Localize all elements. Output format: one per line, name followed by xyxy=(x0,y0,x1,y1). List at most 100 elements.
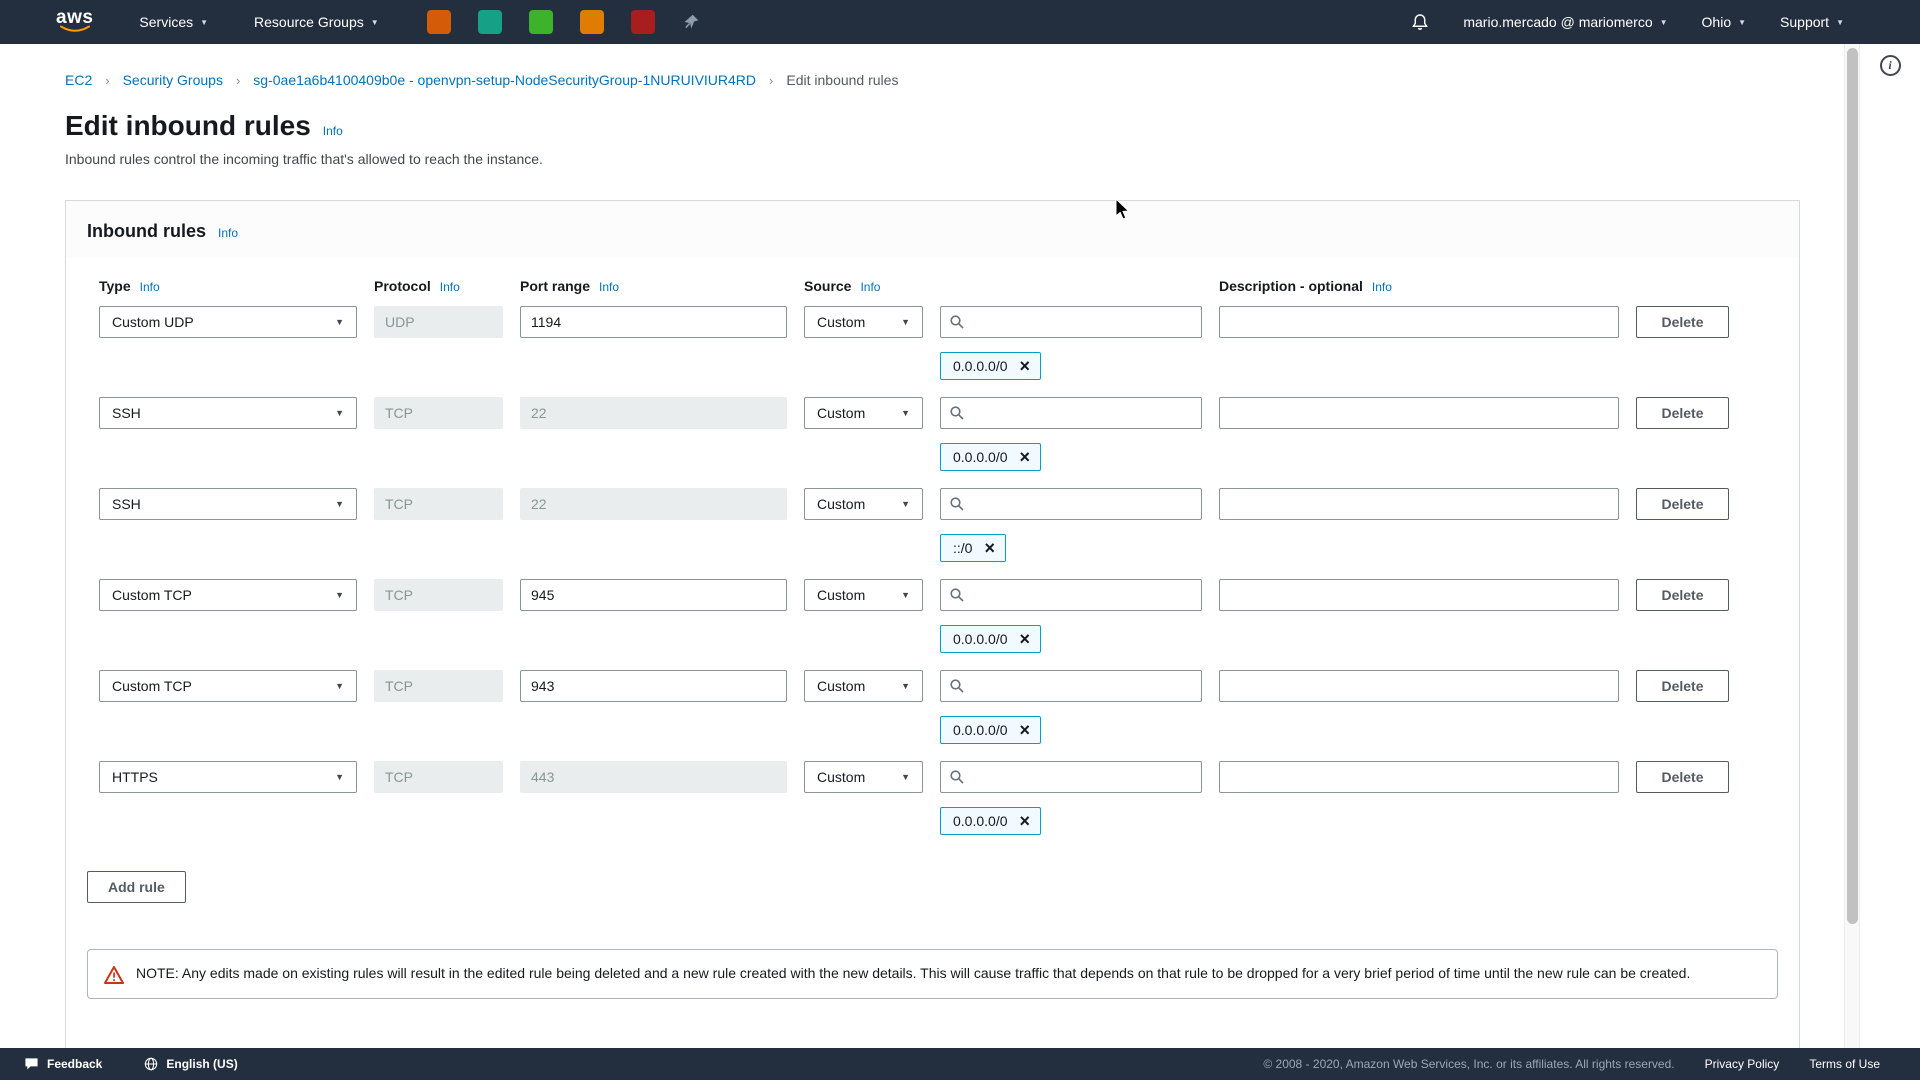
search-icon xyxy=(950,679,964,693)
type-select[interactable]: Custom UDP ▼ xyxy=(99,306,357,338)
source-search-input[interactable] xyxy=(971,405,1192,421)
chevron-down-icon: ▼ xyxy=(335,317,344,327)
remove-token-icon[interactable]: × xyxy=(1020,721,1031,739)
services-menu[interactable]: Services ▼ xyxy=(139,14,208,30)
protocol-info-link[interactable]: Info xyxy=(440,280,460,294)
search-icon xyxy=(950,770,964,784)
remove-token-icon[interactable]: × xyxy=(1020,448,1031,466)
chevron-down-icon: ▼ xyxy=(371,18,379,27)
feedback-label: Feedback xyxy=(47,1057,102,1071)
source-info-link[interactable]: Info xyxy=(860,280,880,294)
source-token-row: 0.0.0.0/0 × xyxy=(99,625,1766,653)
port-range-input[interactable] xyxy=(520,670,787,702)
source-search-box[interactable] xyxy=(940,397,1202,429)
add-rule-button[interactable]: Add rule xyxy=(87,871,186,903)
remove-token-icon[interactable]: × xyxy=(1020,812,1031,830)
source-search-box[interactable] xyxy=(940,579,1202,611)
protocol-input xyxy=(374,670,503,702)
terms-of-use-link[interactable]: Terms of Use xyxy=(1809,1057,1880,1071)
delete-rule-button[interactable]: Delete xyxy=(1636,488,1729,520)
support-menu[interactable]: Support ▼ xyxy=(1780,14,1844,30)
source-select[interactable]: Custom ▼ xyxy=(804,488,923,520)
token-label: 0.0.0.0/0 xyxy=(953,358,1008,374)
service-shortcut-icon[interactable] xyxy=(580,10,604,34)
chevron-down-icon: ▼ xyxy=(335,408,344,418)
remove-token-icon[interactable]: × xyxy=(1020,357,1031,375)
source-select[interactable]: Custom ▼ xyxy=(804,579,923,611)
description-input[interactable] xyxy=(1219,761,1619,793)
chevron-down-icon: ▼ xyxy=(901,590,910,600)
inbound-rule-row: Custom TCP ▼ Custom ▼ Delete 0.0.0.0/0 × xyxy=(99,579,1766,653)
token-label: 0.0.0.0/0 xyxy=(953,449,1008,465)
source-token-row: 0.0.0.0/0 × xyxy=(99,443,1766,471)
search-icon xyxy=(950,497,964,511)
service-shortcut-icon[interactable] xyxy=(631,10,655,34)
source-select[interactable]: Custom ▼ xyxy=(804,670,923,702)
type-select-value: Custom UDP xyxy=(112,314,194,330)
description-input[interactable] xyxy=(1219,670,1619,702)
privacy-policy-link[interactable]: Privacy Policy xyxy=(1705,1057,1780,1071)
chevron-down-icon: ▼ xyxy=(1738,18,1746,27)
language-selector[interactable]: English (US) xyxy=(144,1057,237,1071)
page-title: Edit inbound rules xyxy=(65,110,311,142)
info-help-icon[interactable]: i xyxy=(1880,55,1901,76)
chevron-down-icon: ▼ xyxy=(335,590,344,600)
delete-rule-button[interactable]: Delete xyxy=(1636,579,1729,611)
page-info-link[interactable]: Info xyxy=(323,124,343,138)
source-select[interactable]: Custom ▼ xyxy=(804,761,923,793)
pin-icon[interactable] xyxy=(682,13,700,31)
source-search-box[interactable] xyxy=(940,761,1202,793)
aws-smile-icon xyxy=(59,25,91,34)
source-search-box[interactable] xyxy=(940,306,1202,338)
breadcrumb-security-group-id[interactable]: sg-0ae1a6b4100409b0e - openvpn-setup-Nod… xyxy=(253,72,756,88)
description-info-link[interactable]: Info xyxy=(1372,280,1392,294)
type-select[interactable]: SSH ▼ xyxy=(99,397,357,429)
notifications-bell-icon[interactable] xyxy=(1411,13,1429,31)
delete-rule-button[interactable]: Delete xyxy=(1636,761,1729,793)
source-search-box[interactable] xyxy=(940,488,1202,520)
source-select[interactable]: Custom ▼ xyxy=(804,306,923,338)
type-select[interactable]: Custom TCP ▼ xyxy=(99,670,357,702)
source-search-input[interactable] xyxy=(971,314,1192,330)
type-select[interactable]: HTTPS ▼ xyxy=(99,761,357,793)
delete-rule-button[interactable]: Delete xyxy=(1636,306,1729,338)
type-info-link[interactable]: Info xyxy=(140,280,160,294)
resource-groups-menu[interactable]: Resource Groups ▼ xyxy=(254,14,379,30)
source-select-value: Custom xyxy=(817,678,865,694)
remove-token-icon[interactable]: × xyxy=(1020,630,1031,648)
aws-logo[interactable]: aws xyxy=(56,10,93,34)
port-range-input[interactable] xyxy=(520,579,787,611)
feedback-button[interactable]: Feedback xyxy=(24,1057,102,1071)
region-menu[interactable]: Ohio ▼ xyxy=(1702,14,1747,30)
scrollbar-thumb[interactable] xyxy=(1847,48,1858,924)
source-search-input[interactable] xyxy=(971,678,1192,694)
type-select[interactable]: SSH ▼ xyxy=(99,488,357,520)
type-select[interactable]: Custom TCP ▼ xyxy=(99,579,357,611)
source-cidr-token: 0.0.0.0/0 × xyxy=(940,352,1041,380)
source-search-input[interactable] xyxy=(971,769,1192,785)
source-search-input[interactable] xyxy=(971,587,1192,603)
source-select[interactable]: Custom ▼ xyxy=(804,397,923,429)
globe-icon xyxy=(144,1057,158,1071)
port-range-input[interactable] xyxy=(520,306,787,338)
description-input[interactable] xyxy=(1219,488,1619,520)
breadcrumb-ec2[interactable]: EC2 xyxy=(65,72,92,88)
description-input[interactable] xyxy=(1219,306,1619,338)
aws-logo-text: aws xyxy=(56,10,93,25)
description-input[interactable] xyxy=(1219,397,1619,429)
service-shortcut-icon[interactable] xyxy=(427,10,451,34)
source-search-input[interactable] xyxy=(971,496,1192,512)
delete-rule-button[interactable]: Delete xyxy=(1636,397,1729,429)
port-range-info-link[interactable]: Info xyxy=(599,280,619,294)
delete-rule-button[interactable]: Delete xyxy=(1636,670,1729,702)
description-input[interactable] xyxy=(1219,579,1619,611)
source-cidr-token: 0.0.0.0/0 × xyxy=(940,443,1041,471)
source-search-box[interactable] xyxy=(940,670,1202,702)
panel-info-link[interactable]: Info xyxy=(218,226,238,240)
account-menu[interactable]: mario.mercado @ mariomerco ▼ xyxy=(1463,14,1667,30)
service-shortcut-icon[interactable] xyxy=(478,10,502,34)
remove-token-icon[interactable]: × xyxy=(984,539,995,557)
breadcrumb-security-groups[interactable]: Security Groups xyxy=(123,72,223,88)
rules-list: Custom UDP ▼ Custom ▼ Delete 0.0.0.0/0 × xyxy=(99,306,1766,835)
service-shortcut-icon[interactable] xyxy=(529,10,553,34)
